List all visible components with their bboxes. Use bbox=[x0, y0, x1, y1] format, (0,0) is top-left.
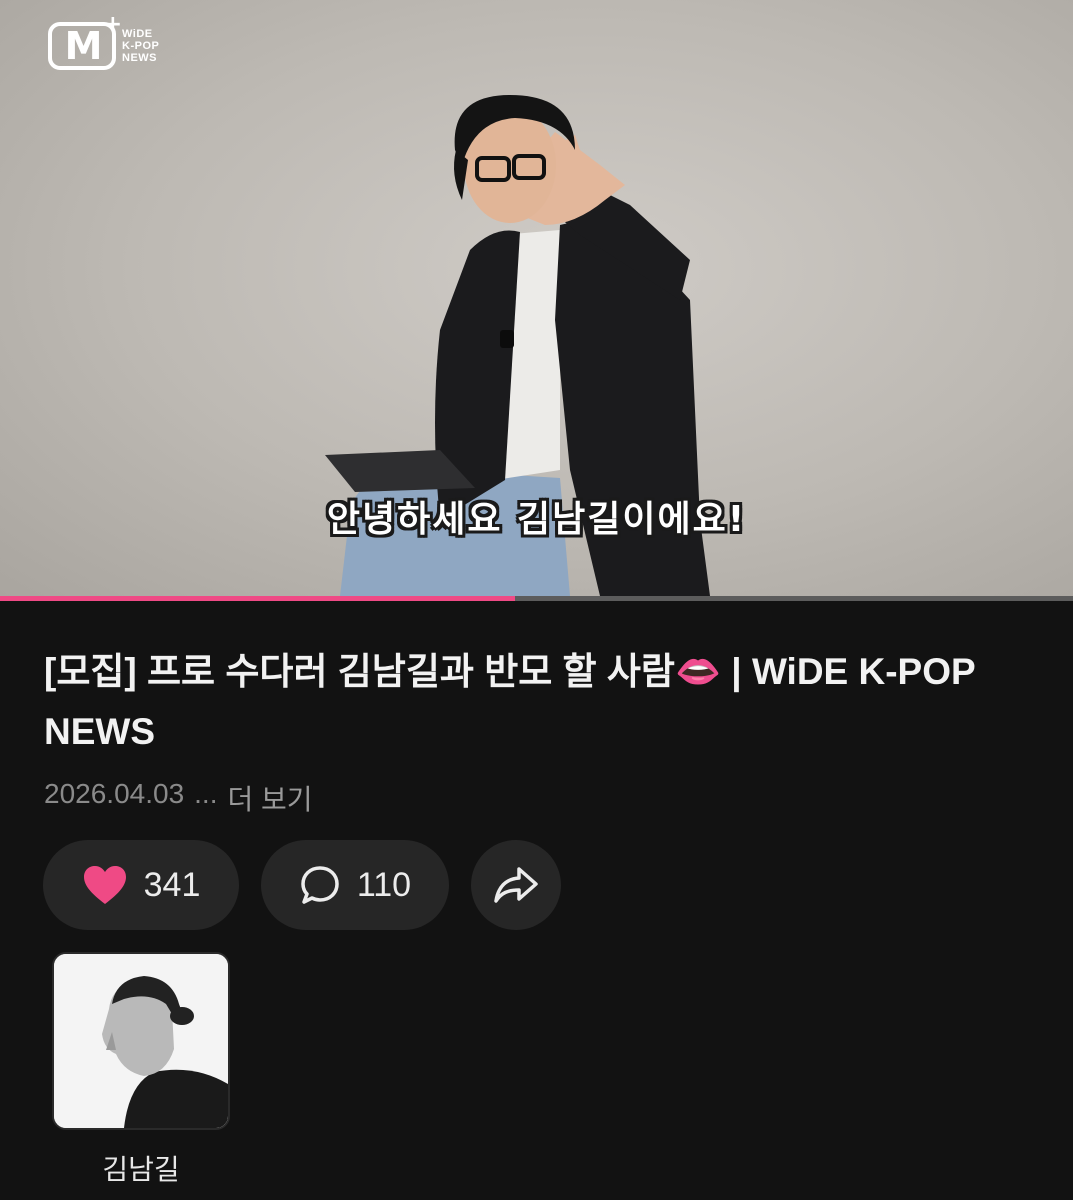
post-date: 2026.04.03 bbox=[44, 778, 185, 809]
comment-icon bbox=[301, 866, 339, 904]
post-title: [모집] 프로 수다러 김남길과 반모 할 사람👄 | WiDE K-POP N… bbox=[44, 651, 976, 752]
comment-count: 110 bbox=[356, 865, 412, 904]
video-subtitle: 안녕하세요 김남길이에요! bbox=[326, 499, 747, 540]
like-button[interactable]: 341 bbox=[43, 840, 239, 930]
action-bar: 341 110 bbox=[43, 840, 561, 930]
artist-name[interactable]: 김남길 bbox=[52, 1148, 230, 1188]
logo-letter: M bbox=[64, 24, 103, 68]
logo-mark: M + bbox=[48, 12, 122, 70]
video-progress-fill bbox=[0, 596, 516, 601]
channel-logo: M + WiDE K-POP NEWS bbox=[48, 12, 159, 70]
post-ellipsis: ... bbox=[194, 778, 218, 809]
logo-text: WiDE K-POP NEWS bbox=[122, 28, 159, 64]
share-button[interactable] bbox=[471, 840, 561, 930]
video-progress-bar[interactable] bbox=[0, 596, 1073, 601]
artist-avatar[interactable] bbox=[52, 952, 230, 1130]
like-count: 341 bbox=[143, 865, 201, 904]
comment-button[interactable]: 110 bbox=[261, 840, 449, 930]
artist-photo bbox=[54, 954, 228, 1128]
logo-line-2: K-POP bbox=[122, 40, 160, 52]
video-player[interactable]: M + WiDE K-POP NEWS 안녕하세요 김남길이에요! bbox=[0, 0, 1073, 596]
post-meta: 2026.04.03 ... 더 보기 bbox=[44, 778, 313, 818]
logo-line-1: WiDE bbox=[122, 28, 153, 40]
logo-line-3: NEWS bbox=[122, 52, 157, 64]
logo-plus: + bbox=[103, 12, 122, 37]
heart-icon bbox=[83, 866, 126, 904]
more-link[interactable]: 더 보기 bbox=[227, 778, 312, 818]
artist-card[interactable]: 김남길 bbox=[52, 952, 230, 1188]
share-icon bbox=[494, 867, 538, 903]
